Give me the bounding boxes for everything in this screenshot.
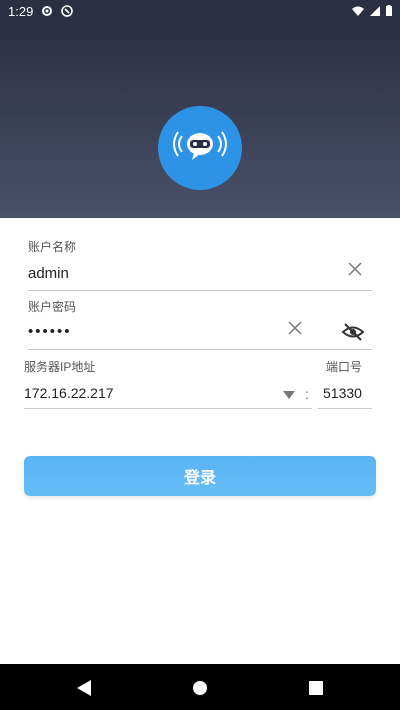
status-icons [352, 4, 392, 19]
settings-icon [41, 5, 53, 17]
header-banner [0, 22, 400, 218]
recents-icon[interactable] [306, 678, 326, 698]
server-ip-underline [24, 408, 312, 409]
robot-chat-icon [173, 131, 227, 160]
status-bar: 1:29 [0, 0, 400, 22]
clear-password-icon[interactable] [284, 317, 306, 339]
visibility-off-icon[interactable] [340, 321, 366, 343]
signal-icon [370, 4, 380, 19]
password-input[interactable]: •••••• [28, 323, 72, 340]
port-separator: : [305, 386, 309, 402]
port-underline [318, 408, 372, 409]
status-time: 1:29 [8, 3, 34, 19]
port-input[interactable]: 51330 [323, 385, 362, 401]
password-label: 账户密码 [28, 300, 77, 314]
password-underline [28, 349, 372, 350]
clear-username-icon[interactable] [344, 258, 366, 280]
login-button[interactable]: 登录 [24, 456, 376, 496]
dropdown-arrow-icon[interactable] [278, 384, 300, 406]
server-ip-input[interactable]: 172.16.22.217 [24, 385, 114, 401]
app-logo [158, 106, 242, 190]
sync-icon [61, 5, 74, 17]
server-ip-label: 服务器IP地址 [24, 360, 96, 374]
username-underline [28, 290, 372, 291]
navigation-bar [0, 664, 400, 710]
battery-icon [386, 4, 392, 19]
username-input[interactable]: admin [28, 265, 69, 282]
username-label: 账户名称 [28, 240, 77, 254]
back-icon[interactable] [74, 678, 94, 698]
port-label: 端口号 [326, 360, 363, 374]
wifi-icon [352, 4, 364, 19]
home-icon[interactable] [190, 678, 210, 698]
